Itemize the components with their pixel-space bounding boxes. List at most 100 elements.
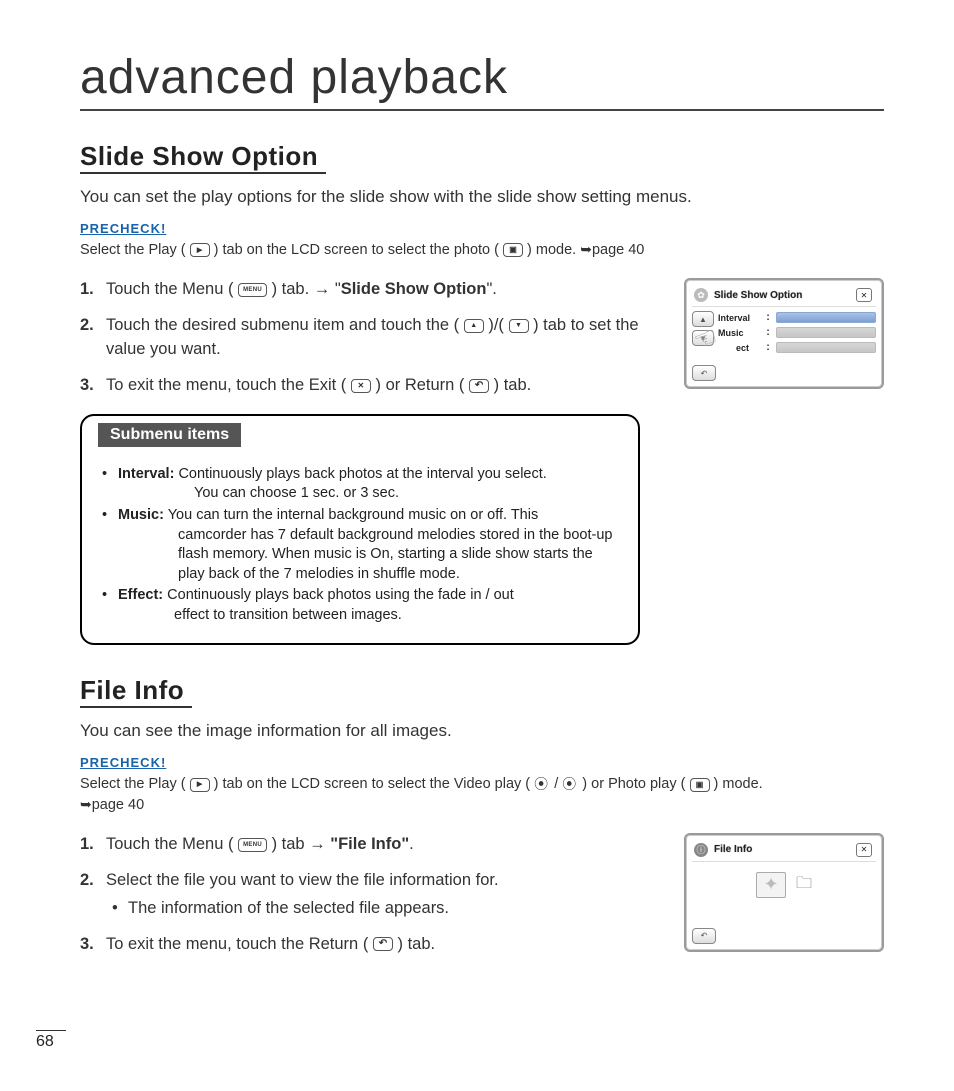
text: Select the Play ( (80, 242, 186, 258)
lcd-close-button[interactable]: ✕ (856, 288, 872, 302)
text: Touch the Menu ( (106, 280, 234, 298)
page-number: 68 (36, 1030, 66, 1051)
video-play-hd-icon: ⦿ (534, 775, 550, 795)
text: ) tab. (398, 935, 436, 953)
section-heading: Slide Show Option (80, 141, 326, 174)
step-number: 1. (80, 278, 94, 302)
lcd-close-button[interactable]: ✕ (856, 843, 872, 857)
step-number: 2. (80, 869, 94, 893)
submenu-text-cont: camcorder has 7 default background melod… (118, 526, 618, 585)
goto-arrow-icon: ➥ (580, 241, 592, 257)
step-bold: "File Info" (330, 835, 409, 853)
lcd-up-button[interactable]: ▲ (692, 311, 714, 327)
step-2: 2. Touch the desired submenu item and to… (80, 314, 660, 362)
step-3: 3. To exit the menu, touch the Return ( … (80, 933, 660, 957)
section-intro: You can see the image information for al… (80, 720, 884, 743)
text: ) tab. (494, 376, 532, 394)
precheck-text: Select the Play ( ) tab on the LCD scree… (80, 774, 884, 815)
text: / (554, 776, 558, 792)
submenu-text-cont: You can choose 1 sec. or 3 sec. (118, 484, 618, 504)
text: Touch the desired submenu item and touch… (106, 316, 459, 334)
submenu-text: You can turn the internal background mus… (168, 507, 539, 523)
step-number: 2. (80, 314, 94, 338)
text: Select the Play ( (80, 776, 186, 792)
colon: : (766, 342, 770, 353)
section-file-info: File Info You can see the image informat… (80, 675, 884, 972)
text: ) or Photo play ( (582, 776, 685, 792)
colon: : (766, 327, 770, 338)
text: ". (486, 280, 496, 298)
text: To exit the menu, touch the Exit ( (106, 376, 346, 394)
return-icon (373, 937, 393, 951)
submenu-label: Interval: (118, 466, 174, 482)
step-number: 3. (80, 933, 94, 957)
page-ref: page 40 (92, 797, 144, 813)
lcd-row-label: ect (718, 343, 760, 353)
submenu-text-cont: effect to transition between images. (118, 606, 618, 626)
step-2: 2. Select the file you want to view the … (80, 869, 660, 921)
menu-tab-icon (238, 838, 267, 852)
steps-list: 1. Touch the Menu ( ) tab → "File Info".… (80, 833, 660, 957)
lcd-titlebar: ⓘ File Info ✕ (692, 841, 876, 862)
submenu-label: Effect: (118, 587, 163, 603)
section-heading: File Info (80, 675, 192, 708)
file-thumbnail[interactable]: ✦ (756, 872, 786, 898)
lcd-down-button[interactable]: ▼ (692, 330, 714, 346)
submenu-text: Continuously plays back photos using the… (167, 587, 514, 603)
step-1: 1. Touch the Menu ( ) tab → "File Info". (80, 833, 660, 857)
lcd-titlebar: ✿ Slide Show Option ✕ (692, 286, 876, 307)
lcd-row-interval[interactable]: Interval : (718, 312, 876, 323)
colon: : (766, 312, 770, 323)
step-number: 1. (80, 833, 94, 857)
lcd-row-label: Music (718, 328, 760, 338)
step-number: 3. (80, 374, 94, 398)
photo-mode-icon (503, 243, 523, 257)
menu-tab-icon (238, 283, 267, 297)
lcd-value-bar (776, 312, 876, 323)
submenu-item-music: Music: You can turn the internal backgro… (102, 506, 618, 584)
text: Select the file you want to view the fil… (106, 871, 499, 889)
lcd-file-info: ⓘ File Info ✕ ✦ 🗀 ↶ (684, 833, 884, 952)
play-tab-icon (190, 243, 210, 257)
submenu-items-box: Submenu items Interval: Continuously pla… (80, 414, 640, 646)
precheck-label: PRECHECK! (80, 221, 884, 236)
exit-icon (351, 379, 371, 393)
text: ) tab → (272, 835, 331, 853)
submenu-title: Submenu items (98, 423, 241, 447)
folder-icon[interactable]: 🗀 (796, 872, 812, 899)
lcd-row-label: Interval (718, 313, 760, 323)
text: ) tab on the LCD screen to select the ph… (214, 242, 499, 258)
lcd-title: Slide Show Option (714, 290, 850, 301)
steps-list: 1. Touch the Menu ( ) tab. → "Slide Show… (80, 278, 660, 398)
video-play-sd-icon: ⦿ (562, 775, 578, 795)
text: )/( (488, 316, 504, 334)
goto-arrow-icon: ➥ (80, 796, 92, 812)
submenu-item-interval: Interval: Continuously plays back photos… (102, 465, 618, 504)
page-ref: page 40 (592, 242, 644, 258)
submenu-item-effect: Effect: Continuously plays back photos u… (102, 586, 618, 625)
down-tab-icon (509, 319, 529, 333)
page-title: advanced playback (80, 50, 884, 111)
lcd-row-music[interactable]: Music : (718, 327, 876, 338)
lcd-title: File Info (714, 844, 850, 855)
submenu-label: Music: (118, 507, 164, 523)
text: ) tab on the LCD screen to select the Vi… (214, 776, 531, 792)
lcd-return-button[interactable]: ↶ (692, 928, 716, 944)
lcd-value-bar (776, 327, 876, 338)
play-tab-icon (190, 778, 210, 792)
text: ) mode. (527, 242, 580, 258)
gear-icon: ✿ (694, 288, 708, 302)
return-icon (469, 379, 489, 393)
precheck-label: PRECHECK! (80, 755, 884, 770)
text: To exit the menu, touch the Return ( (106, 935, 368, 953)
step-3: 3. To exit the menu, touch the Exit ( ) … (80, 374, 660, 398)
step-sub-bullet: The information of the selected file app… (106, 897, 660, 921)
section-slide-show-option: Slide Show Option You can set the play o… (80, 141, 884, 645)
lcd-slide-show-option: ✿ Slide Show Option ✕ ▲ ▼ Interval : Mus… (684, 278, 884, 389)
text: ) tab. → " (272, 280, 341, 298)
text: ) mode. (714, 776, 763, 792)
lcd-return-button[interactable]: ↶ (692, 365, 716, 381)
lcd-row-effect[interactable]: ect : (718, 342, 876, 353)
step-bold: Slide Show Option (341, 280, 487, 298)
step-1: 1. Touch the Menu ( ) tab. → "Slide Show… (80, 278, 660, 302)
